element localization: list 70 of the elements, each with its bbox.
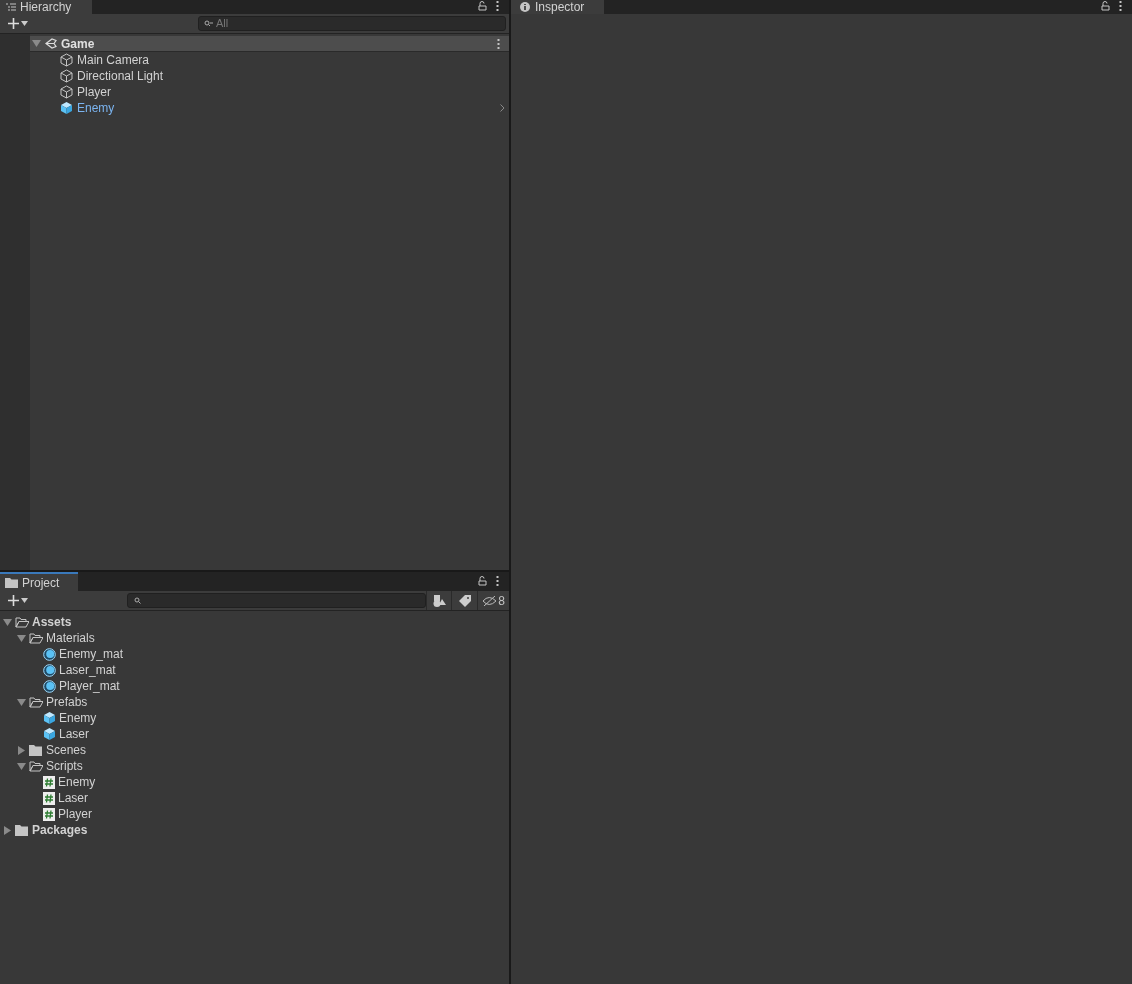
search-icon xyxy=(204,20,213,27)
hash-file-icon xyxy=(43,775,55,789)
asset-name[interactable]: Enemy xyxy=(59,709,97,727)
folder-icon xyxy=(29,744,43,756)
cube-icon xyxy=(43,727,56,741)
plus-icon xyxy=(8,18,19,29)
expanded-arrow-icon[interactable] xyxy=(3,617,12,627)
collapsed-arrow-icon[interactable] xyxy=(3,825,12,835)
lock-icon[interactable] xyxy=(478,1,487,11)
cube-outline-icon xyxy=(60,69,73,83)
project-tab[interactable]: Project xyxy=(0,572,78,591)
asset-name[interactable]: Packages xyxy=(32,821,88,839)
chevron-right-icon[interactable] xyxy=(500,104,505,112)
caret-icon xyxy=(21,21,28,26)
scene-row[interactable]: Game xyxy=(30,36,509,52)
hierarchy-item[interactable]: Player xyxy=(77,83,505,101)
hierarchy-item[interactable]: Enemy xyxy=(77,99,496,117)
hierarchy-tab[interactable]: Hierarchy xyxy=(0,0,92,14)
cube-outline-icon xyxy=(60,53,73,67)
asset-name[interactable]: Laser xyxy=(59,725,90,743)
open-folder-icon xyxy=(29,632,43,644)
asset-name[interactable]: Enemy_mat xyxy=(59,645,124,663)
asset-name[interactable]: Scripts xyxy=(46,757,83,775)
folder-icon xyxy=(5,577,18,588)
expanded-arrow-icon[interactable] xyxy=(32,39,41,48)
expanded-arrow-icon[interactable] xyxy=(17,633,26,643)
open-folder-icon xyxy=(15,616,29,628)
sphere-icon xyxy=(43,647,56,661)
unity-logo-icon xyxy=(45,38,57,49)
hidden-eye-icon xyxy=(482,595,498,606)
tag-icon xyxy=(458,594,471,607)
open-folder-icon xyxy=(29,760,43,772)
more-options-icon[interactable] xyxy=(1119,1,1122,11)
collapsed-arrow-icon[interactable] xyxy=(17,745,26,755)
folder-icon xyxy=(15,824,29,836)
hash-file-icon xyxy=(43,791,55,805)
asset-name[interactable]: Player xyxy=(58,805,92,823)
hierarchy-item[interactable]: Directional Light xyxy=(77,67,505,85)
hierarchy-item[interactable]: Main Camera xyxy=(77,51,505,69)
asset-name[interactable]: Assets xyxy=(32,613,72,631)
hash-file-icon xyxy=(43,807,55,821)
cube-icon xyxy=(60,101,73,115)
more-options-icon[interactable] xyxy=(496,576,499,586)
cube-icon xyxy=(43,711,56,725)
lock-icon[interactable] xyxy=(478,576,487,586)
asset-name[interactable]: Scenes xyxy=(46,741,87,759)
more-options-icon[interactable] xyxy=(497,38,500,49)
plus-icon xyxy=(8,595,19,606)
asset-name[interactable]: Prefabs xyxy=(46,693,88,711)
search-icon xyxy=(134,597,141,604)
more-options-icon[interactable] xyxy=(496,1,499,11)
list-icon xyxy=(6,3,16,11)
hidden-packages-button[interactable]: 8 xyxy=(477,591,509,610)
asset-name[interactable]: Player_mat xyxy=(59,677,120,695)
shapes-icon xyxy=(432,594,446,607)
asset-name[interactable]: Enemy xyxy=(58,773,96,791)
expanded-arrow-icon[interactable] xyxy=(17,697,26,707)
search-field[interactable] xyxy=(127,593,426,608)
cube-outline-icon xyxy=(60,85,73,99)
inspector-tab[interactable]: Inspector xyxy=(511,0,604,14)
asset-name[interactable]: Laser xyxy=(58,789,89,807)
asset-name[interactable]: Laser_mat xyxy=(59,661,116,679)
sphere-icon xyxy=(43,679,56,693)
expanded-arrow-icon[interactable] xyxy=(17,761,26,771)
sphere-icon xyxy=(43,663,56,677)
asset-name[interactable]: Materials xyxy=(46,629,95,647)
lock-icon[interactable] xyxy=(1101,1,1110,11)
open-folder-icon xyxy=(29,696,43,708)
caret-icon xyxy=(21,598,28,603)
info-icon xyxy=(520,2,530,12)
